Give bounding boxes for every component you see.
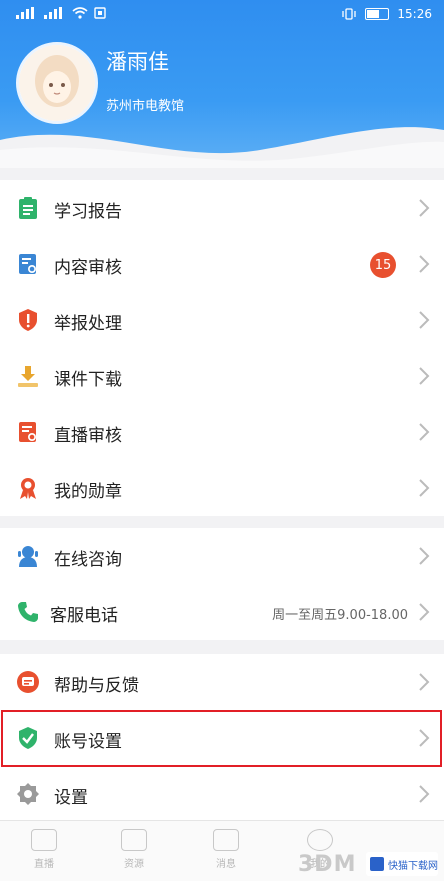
chevron-right-icon: [419, 479, 430, 497]
review-doc-icon: [19, 254, 36, 274]
live-doc-icon: [19, 422, 36, 442]
avatar-image: [19, 45, 95, 121]
user-organization: 苏州市电教馆: [106, 99, 185, 114]
tab-label: 消息: [216, 859, 236, 870]
clipboard-icon: [19, 197, 37, 219]
watermark-3dm-logo: 3DM: [298, 852, 357, 877]
site-logo-icon: [370, 857, 384, 871]
chevron-right-icon: [419, 311, 430, 329]
user-name: 潘雨佳: [106, 50, 169, 74]
chevron-right-icon: [419, 199, 430, 217]
chevron-right-icon: [419, 673, 430, 691]
chevron-right-icon: [419, 547, 430, 565]
menu-item-account-settings[interactable]: 账号设置: [0, 710, 444, 766]
service-hours: 周一至周五9.00-18.00: [272, 608, 408, 623]
tab-messages[interactable]: 消息: [196, 829, 256, 870]
menu-item-settings[interactable]: 设置: [0, 766, 444, 822]
menu-item-my-medals[interactable]: 我的勋章: [0, 460, 444, 516]
feedback-icon: [17, 671, 39, 693]
user-icon: [307, 829, 333, 851]
profile-header: 15:26 潘雨佳 苏州市电教馆: [0, 0, 444, 168]
menu-item-label: 直播审核: [54, 426, 122, 446]
menu-item-label: 帮助与反馈: [54, 676, 139, 696]
menu-item-label: 客服电话: [50, 606, 118, 626]
menu-item-help-feedback[interactable]: 帮助与反馈: [0, 654, 444, 710]
menu-item-label: 课件下载: [54, 370, 122, 390]
menu-item-label: 举报处理: [54, 314, 122, 334]
menu-item-label: 设置: [54, 788, 88, 808]
signal-icon: [44, 7, 66, 19]
menu-item-content-review[interactable]: 内容审核 15: [0, 236, 444, 292]
chevron-right-icon: [419, 729, 430, 747]
menu-group-learning: 学习报告 内容审核 15 举报处理 课件下载 直播审核 我的勋章: [0, 180, 444, 516]
watermark-site-badge: 快猫下载网: [366, 852, 438, 876]
signal-icon: [16, 7, 38, 19]
menu-item-label: 内容审核: [54, 258, 122, 278]
menu-item-service-phone[interactable]: 客服电话 周一至周五9.00-18.00: [0, 584, 444, 640]
menu-item-online-consult[interactable]: 在线咨询: [0, 528, 444, 584]
vibrate-icon: [342, 8, 357, 20]
sim-icon: [94, 7, 106, 19]
menu-group-support: 在线咨询 客服电话 周一至周五9.00-18.00: [0, 528, 444, 640]
avatar[interactable]: [16, 42, 98, 124]
chevron-right-icon: [419, 603, 430, 621]
box-icon: [121, 829, 147, 851]
menu-item-study-report[interactable]: 学习报告: [0, 180, 444, 236]
consult-icon: [18, 546, 38, 567]
shield-alert-icon: [19, 309, 37, 331]
notification-badge: 15: [370, 252, 396, 278]
menu-item-report-handle[interactable]: 举报处理: [0, 292, 444, 348]
menu-item-label: 学习报告: [54, 202, 122, 222]
menu-item-label: 在线咨询: [54, 550, 122, 570]
status-bar: 15:26: [0, 0, 444, 30]
tab-resources[interactable]: 资源: [104, 829, 164, 870]
wifi-icon: [72, 7, 88, 19]
play-icon: [31, 829, 57, 851]
chevron-right-icon: [419, 255, 430, 273]
menu-group-settings: 帮助与反馈 账号设置 设置: [0, 654, 444, 822]
phone-icon: [18, 602, 38, 622]
tab-label: 直播: [34, 859, 54, 870]
menu-item-live-review[interactable]: 直播审核: [0, 404, 444, 460]
shield-check-icon: [19, 727, 37, 749]
chevron-right-icon: [419, 785, 430, 803]
medal-icon: [20, 478, 36, 499]
download-icon: [18, 366, 38, 387]
gear-icon: [17, 783, 39, 805]
menu-item-label: 账号设置: [54, 732, 122, 752]
tab-label: 资源: [124, 859, 144, 870]
message-icon: [213, 829, 239, 851]
tab-live[interactable]: 直播: [14, 829, 74, 870]
status-time: 15:26: [397, 7, 432, 21]
menu-item-courseware-download[interactable]: 课件下载: [0, 348, 444, 404]
chevron-right-icon: [419, 367, 430, 385]
watermark-site-text: 快猫下载网: [388, 860, 438, 872]
battery-icon: [365, 8, 390, 20]
menu-item-label: 我的勋章: [54, 482, 122, 502]
chevron-right-icon: [419, 423, 430, 441]
